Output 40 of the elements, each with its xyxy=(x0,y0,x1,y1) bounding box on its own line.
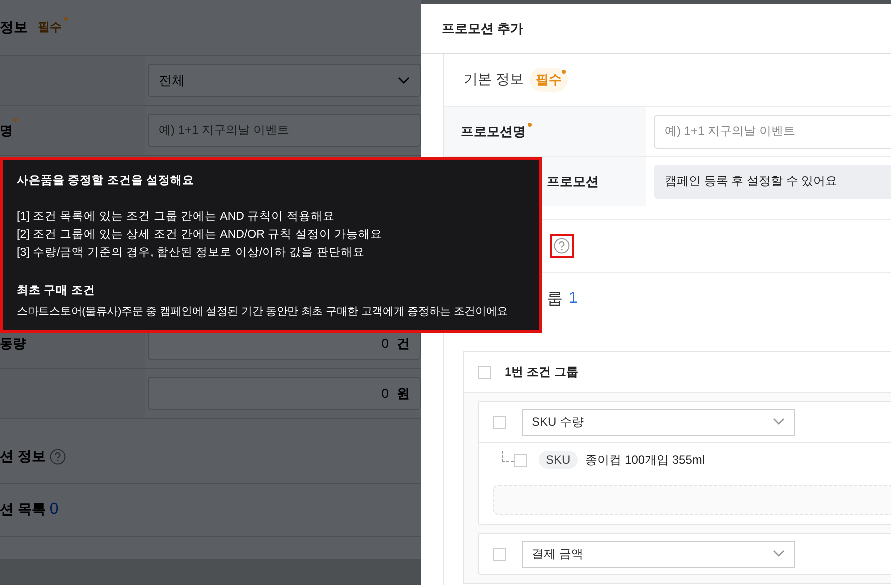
checkbox[interactable] xyxy=(514,454,527,466)
tooltip-subtitle: 최초 구매 조건 xyxy=(17,284,96,299)
checkbox[interactable] xyxy=(493,416,506,428)
input-field[interactable]: 예) 1+1 지구의날 이벤트 xyxy=(654,114,891,148)
tooltip-rule: [1] 조건 목록에 있는 조건 그룹 간에는 AND 규칙이 적용해요 xyxy=(17,210,336,225)
checkbox[interactable] xyxy=(478,366,491,378)
group-title: 1번 조건 그룹 xyxy=(505,364,578,380)
tooltip-rule: [2] 조건 그룹에 있는 상세 조건 간에는 AND/OR 규칙 설정이 가능해요 xyxy=(17,228,384,243)
chevron-down-icon xyxy=(773,418,785,426)
select-field[interactable]: 전체 xyxy=(148,64,421,97)
condition-select[interactable]: SKU 수량 xyxy=(522,408,795,436)
list-count: 0 xyxy=(50,501,59,519)
field-label: 동량 xyxy=(0,334,26,352)
tooltip-description: 스마트스토어(물류사)주문 중 캠페인에 설정된 기간 동안만 최초 구매한 고객에게 증정하는 조건이에요 xyxy=(17,305,508,320)
modal-title: 프로모션 추가 xyxy=(421,4,891,54)
field-label: 프로모션명 xyxy=(461,122,526,140)
drop-area[interactable] xyxy=(493,485,891,515)
item-name: 종이컵 100개입 355ml xyxy=(586,452,706,468)
group-count: 1 xyxy=(569,290,578,308)
condition-select[interactable]: 결제 금액 xyxy=(522,540,795,568)
disabled-field: 캠페인 등록 후 설정할 수 있어요 xyxy=(654,164,891,198)
help-icon[interactable] xyxy=(554,238,570,254)
section-title: 션 목록 xyxy=(0,501,46,519)
field-label: 명 xyxy=(0,122,13,140)
help-icon[interactable] xyxy=(50,449,66,465)
checkbox[interactable] xyxy=(493,548,506,560)
sku-tag: SKU xyxy=(539,451,578,469)
section-title: 기본 정보 xyxy=(464,71,524,89)
required-label: 필수 xyxy=(34,17,66,38)
tooltip-rule: [3] 수량/금액 기준의 경우, 합산된 정보로 이상/이하 값을 판단해요 xyxy=(17,246,366,261)
tooltip-title: 사은품을 증정할 조건을 설정해요 xyxy=(17,174,196,189)
group-label: 룹 xyxy=(547,290,563,310)
input-field[interactable]: 예) 1+1 지구의날 이벤트 xyxy=(148,114,421,147)
chevron-down-icon xyxy=(398,76,410,84)
required-label: 필수 xyxy=(530,68,568,92)
section-title: 정보 xyxy=(0,18,28,36)
number-field[interactable]: 0 원 xyxy=(148,377,421,410)
field-label: 프로모션 xyxy=(547,172,599,190)
chevron-down-icon xyxy=(773,550,785,558)
section-title: 션 정보 xyxy=(0,448,46,466)
